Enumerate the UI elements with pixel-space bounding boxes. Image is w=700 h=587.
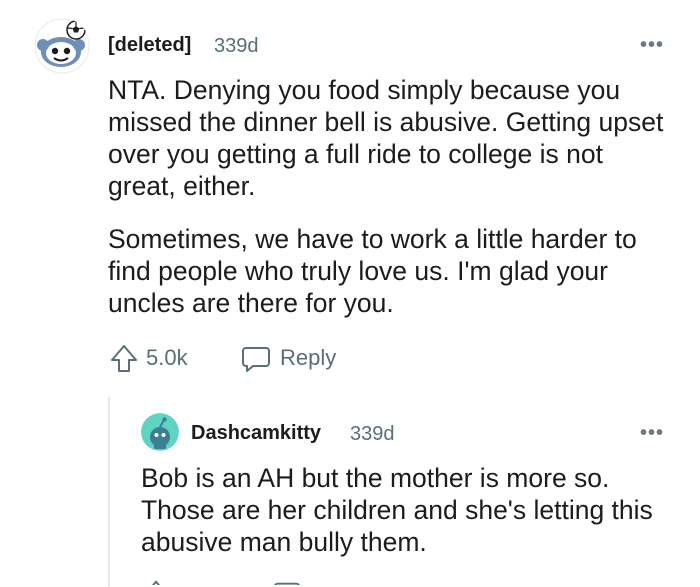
- reply-reply-button[interactable]: [272, 578, 302, 585]
- upvote-button[interactable]: 5.0k: [108, 342, 188, 374]
- vote-count: 5.0k: [146, 345, 188, 370]
- reply-author[interactable]: Dashcamkitty: [191, 422, 321, 445]
- upvote-arrow-icon: [111, 345, 137, 372]
- reply-label: Reply: [280, 345, 337, 370]
- comment-bubble-icon: [242, 347, 270, 372]
- avatar[interactable]: [141, 413, 179, 451]
- upvote-arrow-icon: [151, 580, 161, 585]
- comment-author[interactable]: [deleted]: [108, 34, 191, 57]
- reply-age: 339d: [350, 423, 395, 445]
- thread-line[interactable]: [108, 397, 110, 587]
- comment-age: 339d: [214, 35, 259, 57]
- reply-upvote-button[interactable]: [141, 578, 171, 585]
- avatar[interactable]: [34, 18, 90, 74]
- snoo-avatar-icon: [141, 413, 179, 451]
- comment-paragraph: NTA. Denying you food simply because you…: [108, 75, 664, 201]
- reply-paragraph: Bob is an AH but the mother is more so. …: [141, 463, 653, 557]
- snoo-avatar-icon: [34, 18, 90, 74]
- comment-bubble-icon: [274, 582, 300, 585]
- reply-more-options-button[interactable]: •••: [640, 422, 664, 445]
- reply-body: Bob is an AH but the mother is more so. …: [141, 462, 681, 558]
- reply-button[interactable]: Reply: [240, 342, 336, 374]
- comment-more-options-button[interactable]: •••: [640, 34, 664, 57]
- comment-paragraph: Sometimes, we have to work a little hard…: [108, 224, 637, 318]
- comment-body: NTA. Denying you food simply because you…: [108, 74, 678, 319]
